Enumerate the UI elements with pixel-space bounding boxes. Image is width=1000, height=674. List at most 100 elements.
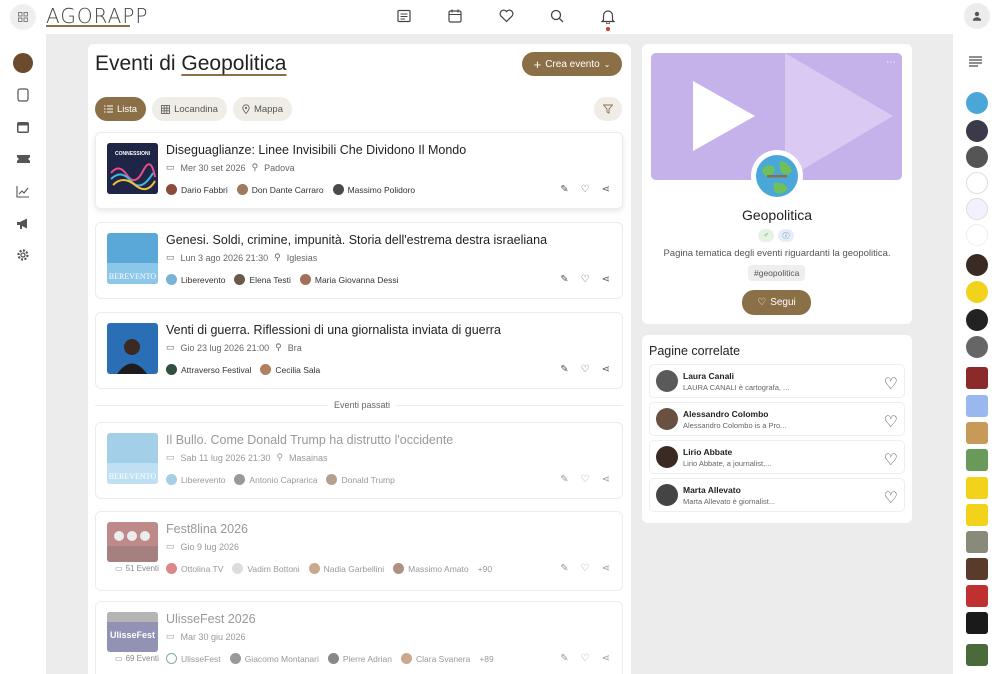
heart-icon[interactable]: ♡ (581, 274, 590, 285)
tab-mappa[interactable]: Mappa (232, 97, 292, 121)
person-chip[interactable]: Elena Testi (234, 274, 291, 285)
share-icon[interactable]: ⋖ (602, 653, 610, 664)
followed-page-avatar[interactable] (966, 92, 988, 114)
related-page-item[interactable]: Lirio Abbate Lirio Abbate, a journalist,… (649, 440, 905, 474)
followed-page-avatar[interactable] (966, 558, 988, 580)
topic-hashtag[interactable]: #geopolitica (748, 265, 806, 281)
nav-favorites-button[interactable] (490, 5, 522, 27)
info-icon[interactable]: ⓘ (778, 229, 794, 242)
heart-icon[interactable]: ♡ (884, 488, 898, 508)
event-card[interactable]: CONNESSIONI Diseguaglianze: Linee Invisi… (95, 132, 623, 209)
event-title[interactable]: Venti di guerra. Riflessioni di una gior… (166, 323, 501, 337)
followed-page-avatar[interactable] (966, 336, 988, 358)
event-card[interactable]: BEREVENTO Genesi. Soldi, crimine, impuni… (95, 222, 623, 299)
share-icon[interactable]: ⋖ (602, 474, 610, 485)
followed-page-avatar[interactable] (966, 644, 988, 666)
event-title[interactable]: Genesi. Soldi, crimine, impunità. Storia… (166, 233, 547, 247)
person-chip[interactable]: Massimo Amato (393, 563, 469, 574)
person-chip[interactable]: Vadim Bottoni (232, 563, 300, 574)
sidebar-item-tickets[interactable] (13, 149, 33, 169)
more-options-icon[interactable]: ⋯ (886, 57, 896, 68)
tab-locandina[interactable]: Locandina (152, 97, 227, 121)
event-title[interactable]: Il Bullo. Come Donald Trump ha distrutto… (166, 433, 453, 447)
share-icon[interactable]: ⋖ (602, 274, 610, 285)
heart-icon[interactable]: ♡ (581, 364, 590, 375)
followed-page-avatar[interactable] (966, 395, 988, 417)
event-card[interactable]: Venti di guerra. Riflessioni di una gior… (95, 312, 623, 389)
followed-page-avatar[interactable] (966, 198, 988, 220)
person-chip[interactable]: UlisseFest (166, 653, 221, 664)
followed-page-avatar[interactable] (966, 585, 988, 607)
filter-button[interactable] (594, 97, 622, 121)
event-title[interactable]: Diseguaglianze: Linee Invisibili Che Div… (166, 143, 466, 157)
heart-icon[interactable]: ♡ (884, 374, 898, 394)
person-chip[interactable]: Clara Svanera (401, 653, 470, 664)
nav-notifications-button[interactable] (592, 5, 624, 31)
more-people-count[interactable]: +90 (478, 564, 492, 574)
person-chip[interactable]: Ottolina TV (166, 563, 223, 574)
person-chip[interactable]: Giacomo Montanari (229, 653, 319, 664)
pin-icon[interactable]: ✎ (560, 563, 568, 574)
apps-grid-button[interactable] (10, 4, 36, 30)
nav-calendar-button[interactable] (439, 5, 471, 27)
event-title[interactable]: Fest8lina 2026 (166, 522, 248, 536)
create-event-button[interactable]: + Crea evento ⌄ (522, 52, 622, 76)
person-chip[interactable]: Maria Giovanna Dessi (299, 274, 398, 285)
followed-page-avatar[interactable] (966, 422, 988, 444)
followed-page-avatar[interactable] (966, 146, 988, 168)
person-chip[interactable]: Attraverso Festival (166, 364, 251, 375)
sidebar-item-pages[interactable] (13, 85, 33, 105)
person-chip[interactable]: Dario Fabbri (166, 184, 228, 195)
followed-page-avatar[interactable] (966, 477, 988, 499)
followed-page-avatar[interactable] (966, 504, 988, 526)
person-chip[interactable]: Cecilia Sala (260, 364, 320, 375)
follow-button[interactable]: ♡ Segui (742, 290, 811, 315)
heart-icon[interactable]: ♡ (884, 450, 898, 470)
person-chip[interactable]: Don Dante Carraro (236, 184, 324, 195)
pin-icon[interactable]: ✎ (560, 653, 568, 664)
person-chip[interactable]: Massimo Polidoro (332, 184, 415, 195)
sidebar-item-promote[interactable] (13, 213, 33, 233)
event-card[interactable]: ▭ 51 Eventi Fest8lina 2026 ▭ Gio 9 lug 202… (95, 511, 623, 591)
share-icon[interactable]: ⋖ (602, 364, 610, 375)
pin-icon[interactable]: ✎ (560, 364, 568, 375)
menu-button[interactable] (969, 56, 982, 67)
sidebar-item-stats[interactable] (13, 181, 33, 201)
heart-icon[interactable]: ♡ (581, 184, 590, 195)
related-page-item[interactable]: Laura Canali LAURA CANALI è cartografa, … (649, 364, 905, 398)
heart-icon[interactable]: ♡ (581, 474, 590, 485)
person-chip[interactable]: Nadia Garbellini (308, 563, 384, 574)
heart-icon[interactable]: ♡ (884, 412, 898, 432)
verified-icon[interactable]: ♂ (758, 229, 774, 242)
heart-icon[interactable]: ♡ (581, 653, 590, 664)
followed-page-avatar[interactable] (966, 120, 988, 142)
tab-lista[interactable]: Lista (95, 97, 147, 121)
share-icon[interactable]: ⋖ (602, 563, 610, 574)
more-people-count[interactable]: +89 (479, 654, 493, 664)
sidebar-item-settings[interactable] (13, 245, 33, 265)
followed-page-avatar[interactable] (966, 367, 988, 389)
my-avatar[interactable] (13, 53, 33, 73)
person-chip[interactable]: Antonio Caprarica (234, 474, 317, 485)
user-menu-button[interactable] (964, 3, 990, 29)
followed-page-avatar[interactable] (966, 224, 988, 246)
followed-page-avatar[interactable] (966, 172, 988, 194)
person-chip[interactable]: Donald Trump (326, 474, 395, 485)
followed-page-avatar[interactable] (966, 254, 988, 276)
event-card[interactable]: UlisseFest ▭ 69 Eventi UlisseFest 2026 ▭ M… (95, 601, 623, 674)
event-card[interactable]: BEREVENTO Il Bullo. Come Donald Trump ha… (95, 422, 623, 499)
related-page-item[interactable]: Alessandro Colombo Alessandro Colombo is… (649, 402, 905, 436)
person-chip[interactable]: Liberevento (166, 274, 225, 285)
heart-icon[interactable]: ♡ (581, 563, 590, 574)
followed-page-avatar[interactable] (966, 281, 988, 303)
pin-icon[interactable]: ✎ (560, 474, 568, 485)
share-icon[interactable]: ⋖ (602, 184, 610, 195)
followed-page-avatar[interactable] (966, 449, 988, 471)
person-chip[interactable]: Pierre Adrian (327, 653, 392, 664)
nav-news-button[interactable] (388, 5, 420, 27)
nav-search-button[interactable] (541, 5, 573, 27)
pin-icon[interactable]: ✎ (560, 274, 568, 285)
related-page-item[interactable]: Marta Allevato Marta Allevato è giornali… (649, 478, 905, 512)
event-title[interactable]: UlisseFest 2026 (166, 612, 256, 626)
pin-icon[interactable]: ✎ (560, 184, 568, 195)
